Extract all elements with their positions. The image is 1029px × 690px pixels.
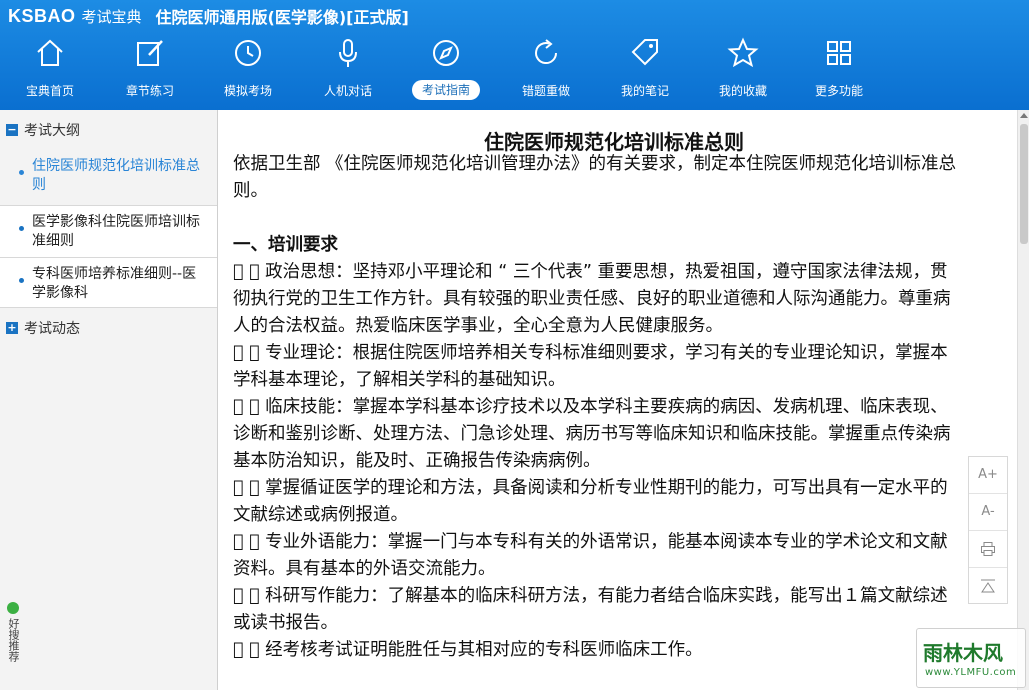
star-icon [727,37,759,68]
paragraph: ４ 􏿾 掌握循证医学的理论和方法，具备阅读和分析专业性期刊的能力，可写出具有一定… [233,478,948,525]
compass-icon [433,40,459,66]
toolbar-dialog-label: 人机对话 [323,84,372,98]
toolbar-mock-exam-button[interactable]: 模拟考场 [208,34,288,104]
watermark-logo: 雨林木风 www.YLMFU.com [916,628,1026,688]
toolbar-more-button[interactable]: 更多功能 [799,34,879,104]
bullet-icon [19,226,24,231]
clock-icon [235,40,261,66]
main-toolbar: 宝典首页 章节练习 模拟考场 人机对话 考试指南 错题重做 我的笔记 我的收藏 [0,34,900,104]
tree-item-specialist-detail[interactable]: 专科医师培养标准细则--医学影像科 [0,258,217,308]
toolbar-home-button[interactable]: 宝典首页 [10,34,90,104]
tree-group-exam-outline[interactable]: − 考试大纲 [0,110,217,150]
tree-item-label: 住院医师规范化培训标准总则 [32,158,200,193]
recommend-widget[interactable]: 好搜推荐 [4,602,22,684]
toolbar-chapter-button[interactable]: 章节练习 [110,34,190,104]
bullet-icon [19,278,24,283]
bullet-icon [19,170,24,175]
toolbar-more-label: 更多功能 [814,84,863,98]
tag-icon [631,39,658,66]
toolbar-favorites-button[interactable]: 我的收藏 [703,34,783,104]
app-header: KSBAO 考试宝典 住院医师通用版(医学影像)[正式版] 宝典首页 章节练习 … [0,0,1029,110]
toolbar-guide-button[interactable]: 考试指南 [406,34,486,104]
tree-item-label: 专科医师培养标准细则--医学影像科 [32,266,197,301]
app-title: 住院医师通用版(医学影像)[正式版] [155,8,409,27]
print-icon [981,541,995,556]
tree-group-label: 考试大纲 [24,123,80,139]
paragraph: ６ 􏿾 科研写作能力：了解基本的临床科研方法，有能力者结合临床实践，能写出１篇文… [233,586,948,633]
scroll-up-icon[interactable] [1020,113,1028,118]
refresh-icon [535,39,558,65]
edit-icon [137,40,163,66]
toolbar-chapter-label: 章节练习 [125,84,174,98]
tree-item-general-standard[interactable]: 住院医师规范化培训标准总则 [0,150,217,206]
document-intro: 依据卫生部 《住院医师规范化培训管理办法》的有关要求，制定本住院医师规范化培训标… [233,154,957,201]
reader-tools: A+ A- [968,456,1008,604]
home-icon [37,39,63,66]
paragraph: ３ 􏿾 临床技能：掌握本学科基本诊疗技术以及本学科主要疾病的病因、发病机理、临床… [233,397,951,471]
back-to-top-icon [981,579,995,592]
status-dot-icon [7,602,19,614]
paragraph: ２ 􏿾 专业理论：根据住院医师培养相关专科标准细则要求，学习有关的专业理论知识，… [233,343,948,390]
toolbar-dialog-button[interactable]: 人机对话 [308,34,388,104]
microphone-icon [339,39,357,67]
expand-icon[interactable]: + [6,322,18,334]
watermark-url: www.YLMFU.com [925,667,1017,678]
toolbar-favorites-label: 我的收藏 [718,84,767,98]
back-to-top-button[interactable] [969,568,1007,605]
logo: KSBAO [8,5,76,26]
document-body: 依据卫生部 《住院医师规范化培训管理办法》的有关要求，制定本住院医师规范化培训标… [233,151,963,664]
logo-text: 考试宝典 [81,7,142,26]
collapse-icon[interactable]: − [6,124,18,136]
section-heading: 一、培训要求 [233,235,338,255]
toolbar-guide-label: 考试指南 [412,80,480,100]
toolbar-wrong-redo-label: 错题重做 [521,84,570,98]
paragraph: １ 􏿾 政治思想：坚持邓小平理论和 “ 三个代表” 重要思想，热爱祖国，遵守国家… [233,262,951,336]
paragraph: ７ 􏿾 经考核考试证明能胜任与其相对应的专科医师临床工作。 [233,640,703,660]
font-decrease-button[interactable]: A- [969,494,1007,531]
paragraph: ５ 􏿾 专业外语能力：掌握一门与本专科有关的外语常识，能基本阅读本专业的学术论文… [233,532,948,579]
recommend-label: 好搜推荐 [7,618,20,662]
tree-group-exam-news[interactable]: + 考试动态 [0,308,217,348]
tree-group-label: 考试动态 [24,321,80,337]
toolbar-mock-exam-label: 模拟考场 [223,84,272,98]
font-increase-button[interactable]: A+ [969,457,1007,494]
document-view: 住院医师规范化培训标准总则 依据卫生部 《住院医师规范化培训管理办法》的有关要求… [219,110,1017,690]
toolbar-notes-label: 我的笔记 [620,84,669,98]
toolbar-home-label: 宝典首页 [25,84,74,98]
vertical-scrollbar[interactable] [1017,110,1029,690]
print-button[interactable] [969,531,1007,568]
watermark-text: 雨林木风 [923,641,1003,665]
toolbar-notes-button[interactable]: 我的笔记 [605,34,685,104]
title-bar: KSBAO 考试宝典 住院医师通用版(医学影像)[正式版] [8,4,409,28]
tree-item-label: 医学影像科住院医师培训标准细则 [32,214,200,249]
sidebar: − 考试大纲 住院医师规范化培训标准总则 医学影像科住院医师培训标准细则 专科医… [0,110,218,690]
grid-icon [827,41,851,65]
toolbar-wrong-redo-button[interactable]: 错题重做 [506,34,586,104]
scroll-thumb[interactable] [1020,124,1028,244]
tree-item-imaging-detail[interactable]: 医学影像科住院医师培训标准细则 [0,206,217,258]
